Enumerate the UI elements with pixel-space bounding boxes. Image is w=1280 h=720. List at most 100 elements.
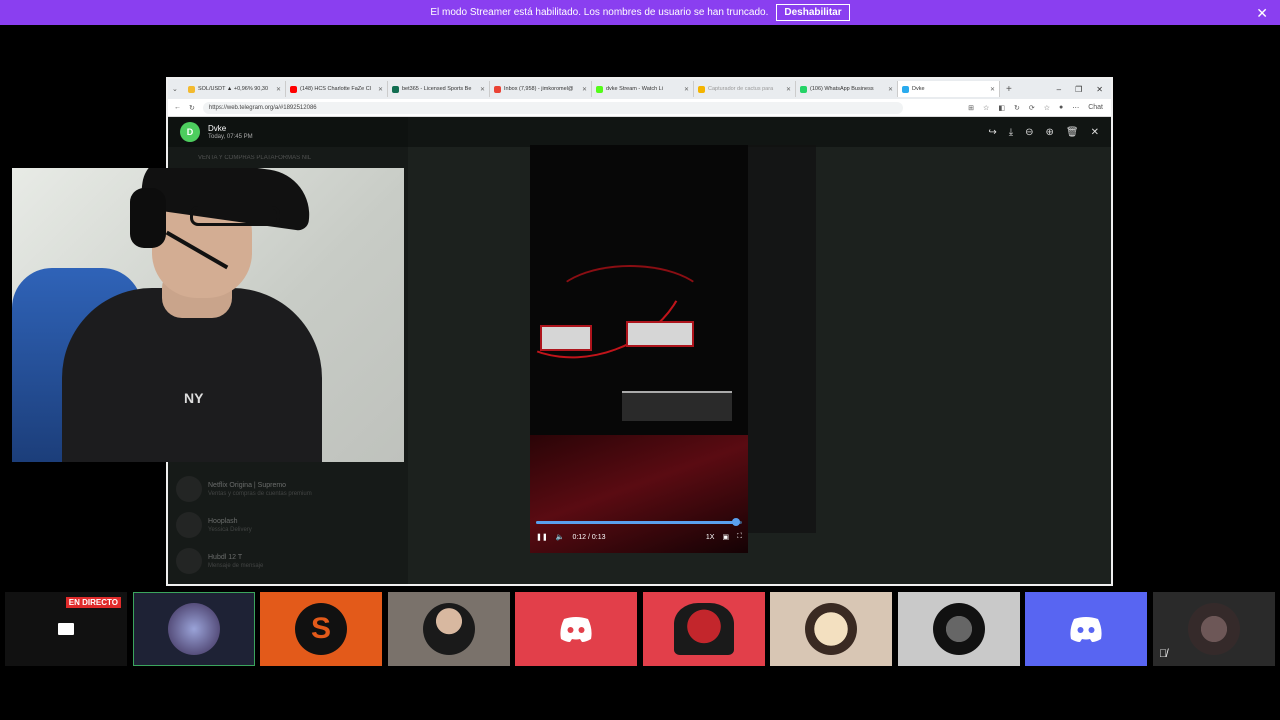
avatar: [805, 603, 857, 655]
tab-list-chevron-icon[interactable]: ⌄: [172, 85, 184, 93]
tile-participant[interactable]: [643, 592, 765, 666]
browser-tab-active[interactable]: Dvke ✕: [898, 81, 1000, 97]
tile-screen-share[interactable]: EN DIRECTO: [5, 592, 127, 666]
pinned-message: VENTA Y COMPRAS PLATAFORMAS NIL: [198, 155, 312, 161]
participant-tiles: EN DIRECTO S 🎙̸: [0, 592, 1280, 666]
close-icon[interactable]: ✕: [1256, 5, 1268, 22]
disable-streamer-mode-button[interactable]: Deshabilitar: [776, 4, 850, 21]
video-frame-rack: [622, 391, 732, 421]
message-timestamp: Today, 07:45 PM: [208, 134, 253, 140]
refresh-ext-icon[interactable]: ↻: [1014, 104, 1020, 112]
zoom-in-icon[interactable]: ⊕: [1046, 127, 1054, 138]
tab-close-icon[interactable]: ✕: [378, 86, 383, 93]
browser-tab[interactable]: bet365 - Licensed Sports Be ✕: [388, 81, 490, 97]
tab-favicon-icon: [800, 85, 807, 93]
tab-close-icon[interactable]: ✕: [888, 86, 893, 93]
tab-favicon-icon: [188, 85, 195, 93]
tile-participant[interactable]: [388, 592, 510, 666]
discord-icon: [560, 617, 592, 642]
tab-close-icon[interactable]: ✕: [480, 86, 485, 93]
media-viewer-header: D Dvke Today, 07:45 PM ↪ ⤓ ⊖ ⊕ 🗑 ✕: [168, 117, 1111, 147]
tile-participant[interactable]: S: [260, 592, 382, 666]
favorite-star-icon[interactable]: ☆: [983, 104, 989, 112]
tile-participant[interactable]: [1025, 592, 1147, 666]
collections-icon[interactable]: ☆: [1044, 104, 1050, 112]
more-icon[interactable]: ⋯: [1072, 104, 1079, 112]
video-frame-screen: [626, 321, 694, 347]
extensions-icon[interactable]: ◧: [998, 104, 1005, 112]
browser-tab[interactable]: Capturador de cactus para ✕: [694, 81, 796, 97]
live-badge: EN DIRECTO: [65, 597, 121, 608]
video-progress-knob[interactable]: [731, 518, 740, 526]
new-tab-icon[interactable]: +: [1000, 84, 1012, 95]
list-item[interactable]: Hubdl 12 T Mensaje de mensaje: [176, 545, 400, 577]
window-controls: – ❐ ✕: [1057, 85, 1111, 94]
tab-favicon-icon: [494, 85, 501, 93]
avatar: [674, 603, 734, 655]
list-item[interactable]: Hooplash Yessica Delivery: [176, 509, 400, 541]
copilot-chat-label[interactable]: Chat: [1088, 104, 1103, 112]
tile-participant[interactable]: [770, 592, 892, 666]
tab-close-icon[interactable]: ✕: [990, 86, 995, 93]
avatar: [176, 512, 202, 538]
download-icon[interactable]: ⤓: [1009, 127, 1013, 138]
tile-participant[interactable]: 🎙̸: [1153, 592, 1275, 666]
video-progress-bar[interactable]: [536, 518, 742, 526]
tab-favicon-icon: [902, 85, 909, 93]
tile-participant[interactable]: [898, 592, 1020, 666]
video-player[interactable]: ❚❚ 🔈 0:12 / 0:13 1X ▣ ⛶: [530, 145, 748, 553]
avatar: [933, 603, 985, 655]
media-toolbar: ↪ ⤓ ⊖ ⊕ 🗑 ✕: [988, 127, 1111, 138]
reload-icon[interactable]: ↻: [189, 104, 195, 112]
pause-icon[interactable]: ❚❚: [536, 533, 548, 541]
video-controls: ❚❚ 🔈 0:12 / 0:13 1X ▣ ⛶: [530, 527, 748, 547]
browser-tab-bar: ⌄ SOL/USDT ▲ +0,96% 90,30 ✕ (148) HCS Cha…: [168, 79, 1111, 99]
list-item[interactable]: Netflix Origina | Supremo Ventas y compra…: [176, 473, 400, 505]
browser-tab[interactable]: SOL/USDT ▲ +0,96% 90,30 ✕: [184, 81, 286, 97]
tile-participant[interactable]: [133, 592, 255, 666]
avatar: [423, 603, 475, 655]
forward-icon[interactable]: ↪: [988, 127, 996, 138]
avatar: [1188, 603, 1240, 655]
fullscreen-icon[interactable]: ⛶: [737, 533, 742, 541]
restore-icon[interactable]: ❐: [1075, 85, 1082, 94]
tab-close-icon[interactable]: ✕: [582, 86, 587, 93]
video-frame-screen: [540, 325, 592, 351]
browser-tab[interactable]: dvke Stream - Watch Li ✕: [592, 81, 694, 97]
video-time: 0:12 / 0:13: [572, 533, 606, 541]
delete-icon[interactable]: 🗑: [1066, 127, 1079, 138]
background-frame: [748, 145, 816, 533]
tab-close-icon[interactable]: ✕: [684, 86, 689, 93]
zoom-out-icon[interactable]: ⊖: [1025, 127, 1033, 138]
back-icon[interactable]: ←: [174, 104, 181, 111]
playback-speed[interactable]: 1X: [706, 534, 715, 541]
grid-icon[interactable]: ⊞: [968, 104, 974, 112]
tab-favicon-icon: [290, 85, 297, 93]
volume-icon[interactable]: 🔈: [556, 533, 565, 541]
browser-tab[interactable]: Inbox (7,958) - jimkoromel@ ✕: [490, 81, 592, 97]
avatar: [176, 476, 202, 502]
avatar: [168, 603, 220, 655]
headset-icon: [130, 188, 166, 248]
tab-close-icon[interactable]: ✕: [276, 86, 281, 93]
profile-icon[interactable]: ●: [1059, 104, 1063, 112]
sender-name[interactable]: Dvke: [208, 124, 253, 133]
tile-participant[interactable]: [515, 592, 637, 666]
address-bar-row: ← ↻ https://web.telegram.org/a/#18925120…: [168, 99, 1111, 117]
tab-favicon-icon: [596, 85, 603, 93]
browser-tab[interactable]: (148) HCS Charlotte FaZe Cl ✕: [286, 81, 388, 97]
sync-icon[interactable]: ⟳: [1029, 104, 1035, 112]
streamer-mode-banner: El modo Streamer está habilitado. Los no…: [0, 0, 1280, 25]
picture-in-picture-icon[interactable]: ▣: [722, 533, 729, 541]
browser-tab[interactable]: (106) WhatsApp Business ✕: [796, 81, 898, 97]
streamer-glasses: [190, 206, 280, 226]
close-viewer-icon[interactable]: ✕: [1091, 127, 1099, 138]
tab-favicon-icon: [392, 85, 399, 93]
tab-close-icon[interactable]: ✕: [786, 86, 791, 93]
minimize-icon[interactable]: –: [1057, 85, 1061, 94]
webcam-feed: NY: [12, 168, 404, 462]
url-field[interactable]: https://web.telegram.org/a/#1892512086: [202, 101, 903, 114]
window-close-icon[interactable]: ✕: [1096, 85, 1103, 94]
sender-avatar[interactable]: D: [180, 122, 200, 142]
monitor-icon: [58, 623, 74, 635]
